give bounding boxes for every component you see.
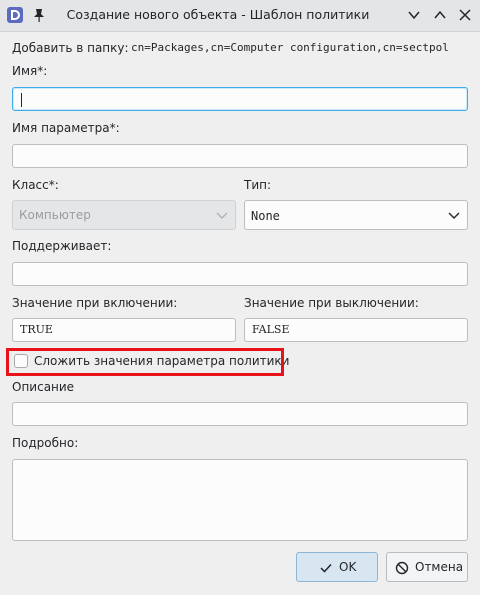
- maximize-icon[interactable]: [432, 7, 448, 23]
- type-select-value: None: [251, 209, 280, 223]
- class-select: Компьютер: [12, 200, 236, 230]
- title-bar: Создание нового объекта - Шаблон политик…: [0, 0, 480, 32]
- on-value-input[interactable]: TRUE: [12, 318, 236, 342]
- description-label: Описание: [12, 380, 75, 394]
- app-icon: [7, 7, 23, 23]
- ok-button-label: OK: [339, 560, 357, 574]
- add-to-folder-path: cn=Packages,cn=Computer configuration,cn…: [131, 41, 449, 54]
- pin-icon[interactable]: [32, 7, 46, 23]
- text-cursor: [21, 93, 22, 107]
- window-title: Создание нового объекта - Шаблон политик…: [66, 7, 370, 22]
- on-value-label: Значение при включении:: [12, 296, 178, 310]
- supports-label: Поддерживает:: [12, 239, 112, 253]
- add-to-folder-label: Добавить в папку:: [12, 41, 129, 55]
- name-input[interactable]: [12, 87, 468, 111]
- help-icon[interactable]: [406, 7, 422, 23]
- highlight-box: [6, 348, 284, 376]
- cancel-button[interactable]: Отмена: [386, 552, 468, 582]
- dialog-content: Добавить в папку: cn=Packages,cn=Compute…: [0, 32, 480, 595]
- off-value-label: Значение при выключении:: [244, 296, 419, 310]
- checkmark-icon: [320, 563, 332, 573]
- chevron-down-icon: [448, 212, 460, 219]
- ok-button[interactable]: OK: [296, 552, 378, 582]
- class-label: Класс*:: [12, 178, 59, 192]
- param-name-input[interactable]: [12, 144, 468, 168]
- details-label: Подробно:: [12, 436, 79, 450]
- type-select[interactable]: None: [244, 200, 468, 230]
- cancel-icon: [395, 561, 409, 575]
- supports-input[interactable]: [12, 262, 468, 286]
- cancel-button-label: Отмена: [415, 560, 464, 574]
- details-textarea[interactable]: [12, 459, 468, 541]
- chevron-down-icon: [216, 212, 228, 219]
- off-value: FALSE: [252, 323, 290, 336]
- close-icon[interactable]: [457, 7, 473, 23]
- class-select-value: Компьютер: [19, 208, 91, 222]
- type-label: Тип:: [244, 178, 272, 192]
- off-value-input[interactable]: FALSE: [244, 318, 468, 342]
- on-value: TRUE: [20, 323, 53, 336]
- description-input[interactable]: [12, 402, 468, 426]
- param-name-label: Имя параметра*:: [12, 121, 120, 135]
- name-label: Имя*:: [12, 64, 48, 78]
